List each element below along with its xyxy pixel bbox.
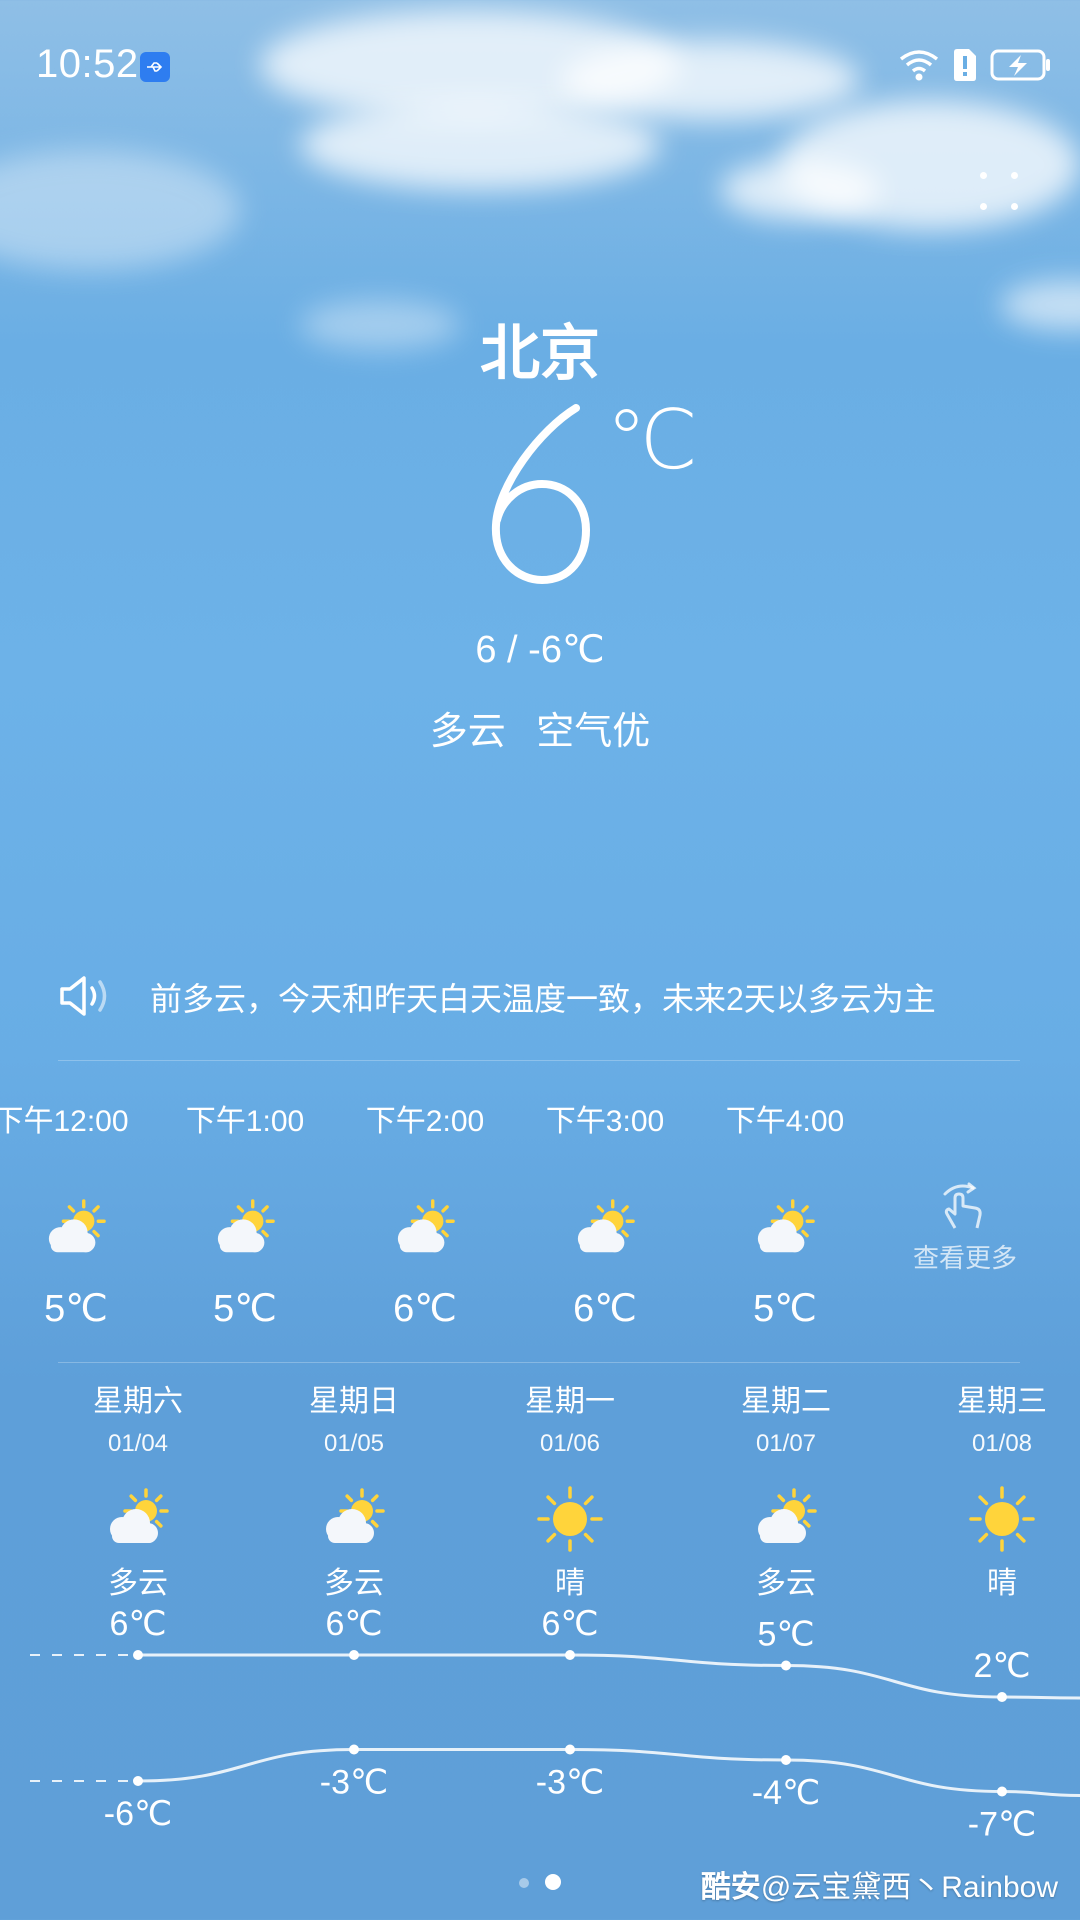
weather-notice[interactable]: 目前多云，今天和昨天白天温度一致，未来2天以多云为主 (58, 968, 1018, 1024)
low-temp-point (781, 1755, 791, 1765)
day-date: 01/05 (323, 1430, 385, 1457)
day-date: 01/04 (107, 1430, 169, 1457)
low-temp-label: -7℃ (968, 1806, 1036, 1844)
daily-item[interactable]: 星期六 01/04 多云 (38, 1380, 238, 1602)
day-date: 01/07 (755, 1430, 817, 1457)
high-temp-point (133, 1650, 143, 1660)
high-temp-point (349, 1650, 359, 1660)
daily-item[interactable]: 星期日 01/05 多云 (254, 1380, 454, 1602)
hour-temp: 5℃ (753, 1288, 817, 1330)
see-more-button[interactable]: 查看更多 (900, 1180, 1030, 1275)
high-temp-line (138, 1653, 1080, 1700)
hourly-item: 下午1:00 5℃ (165, 1100, 325, 1331)
high-temp-label: 2℃ (973, 1647, 1030, 1685)
divider (58, 1362, 1020, 1363)
usb-icon (140, 52, 170, 82)
high-temp-point (781, 1660, 791, 1671)
battery-charging-icon (990, 49, 1050, 81)
hourly-item: 下午4:00 5℃ (705, 1100, 865, 1331)
low-temp-point (997, 1786, 1007, 1797)
hour-time: 下午2:00 (365, 1105, 485, 1138)
low-temp-line (137, 1748, 1080, 1797)
page-dot[interactable] (519, 1878, 529, 1888)
high-temp-point (565, 1650, 575, 1660)
status-bar: 10:52 (0, 0, 1080, 130)
low-temp-label: -3℃ (320, 1764, 388, 1802)
hour-temp: 6℃ (573, 1288, 637, 1330)
low-temp-point (565, 1744, 575, 1755)
day-condition: 多云 (756, 1567, 816, 1600)
daily-item[interactable]: 星期一 01/06 晴 (470, 1380, 670, 1602)
sun-icon (966, 1486, 1038, 1552)
wifi-icon (899, 50, 939, 81)
hourly-item: 下午12:00 5℃ (0, 1100, 156, 1331)
air-quality-text: 空气优 (536, 711, 651, 753)
hour-time: 下午12:00 (0, 1105, 129, 1138)
hour-temp: 6℃ (393, 1288, 457, 1330)
condition-text: 多云 (429, 711, 506, 753)
low-temp-label: -3℃ (536, 1764, 604, 1802)
speaker-icon[interactable] (58, 974, 114, 1018)
low-temp-point (133, 1776, 143, 1786)
see-more-label: 查看更多 (912, 1243, 1017, 1273)
partly-cloudy-icon (102, 1486, 174, 1552)
page-dot-active[interactable] (545, 1874, 561, 1890)
menu-dots-icon[interactable] (978, 170, 1022, 214)
partly-cloudy-icon (750, 1486, 822, 1552)
watermark: 酷安@云宝黛西丶Rainbow (701, 1862, 1058, 1906)
high-temp-label: 5℃ (757, 1616, 814, 1654)
day-date: 01/08 (971, 1430, 1033, 1457)
day-name: 星期一 (525, 1385, 615, 1418)
partly-cloudy-icon (570, 1198, 640, 1260)
hour-time: 下午3:00 (545, 1105, 665, 1138)
hour-temp: 5℃ (44, 1288, 108, 1330)
hour-temp: 5℃ (213, 1288, 277, 1330)
watermark-user: @云宝黛西丶Rainbow (760, 1871, 1058, 1904)
daily-item[interactable]: 星期二 01/07 多云 (686, 1380, 886, 1602)
hour-time: 下午1:00 (185, 1105, 305, 1138)
high-temp-label: 6℃ (109, 1605, 166, 1643)
notice-text: 目前多云，今天和昨天白天温度一致，未来2天以多云为主 (148, 981, 936, 1017)
day-condition: 晴 (555, 1567, 585, 1600)
sim-alert-icon (954, 49, 976, 81)
city-name: 北京 (480, 320, 600, 387)
day-name: 星期日 (309, 1385, 399, 1418)
day-condition: 晴 (987, 1567, 1017, 1600)
low-temp-label: -6℃ (104, 1795, 172, 1833)
divider (58, 1060, 1020, 1061)
hour-time: 下午4:00 (725, 1105, 845, 1138)
partly-cloudy-icon (750, 1198, 820, 1260)
day-condition: 多云 (108, 1567, 168, 1600)
daily-item[interactable]: 星期三 01/08 晴 (902, 1380, 1080, 1602)
sun-icon (534, 1486, 606, 1552)
high-low-temperature: 6 / -6℃ (475, 629, 605, 671)
day-date: 01/06 (539, 1430, 601, 1457)
partly-cloudy-icon (210, 1198, 280, 1260)
day-name: 星期三 (957, 1385, 1047, 1418)
partly-cloudy-icon (41, 1198, 111, 1260)
hourly-item: 下午3:00 6℃ (525, 1100, 685, 1331)
day-condition: 多云 (324, 1567, 384, 1600)
high-temp-point (997, 1692, 1007, 1702)
partly-cloudy-icon (390, 1198, 460, 1260)
status-time: 10:52 (36, 42, 139, 86)
temperature-unit: ℃ (606, 395, 699, 486)
low-temp-point (349, 1744, 359, 1755)
high-temp-label: 6℃ (541, 1605, 598, 1643)
day-name: 星期二 (741, 1385, 831, 1418)
low-temp-label: -4℃ (752, 1774, 820, 1812)
day-name: 星期六 (93, 1385, 183, 1418)
condition-summary: 多云 空气优 (0, 700, 1080, 755)
partly-cloudy-icon (318, 1486, 390, 1552)
hourly-item: 下午2:00 6℃ (345, 1100, 505, 1331)
watermark-brand: 酷安 (700, 1871, 761, 1904)
high-temp-label: 6℃ (325, 1605, 382, 1643)
swipe-hand-icon (943, 1182, 982, 1229)
current-temperature: 6 (491, 404, 591, 585)
